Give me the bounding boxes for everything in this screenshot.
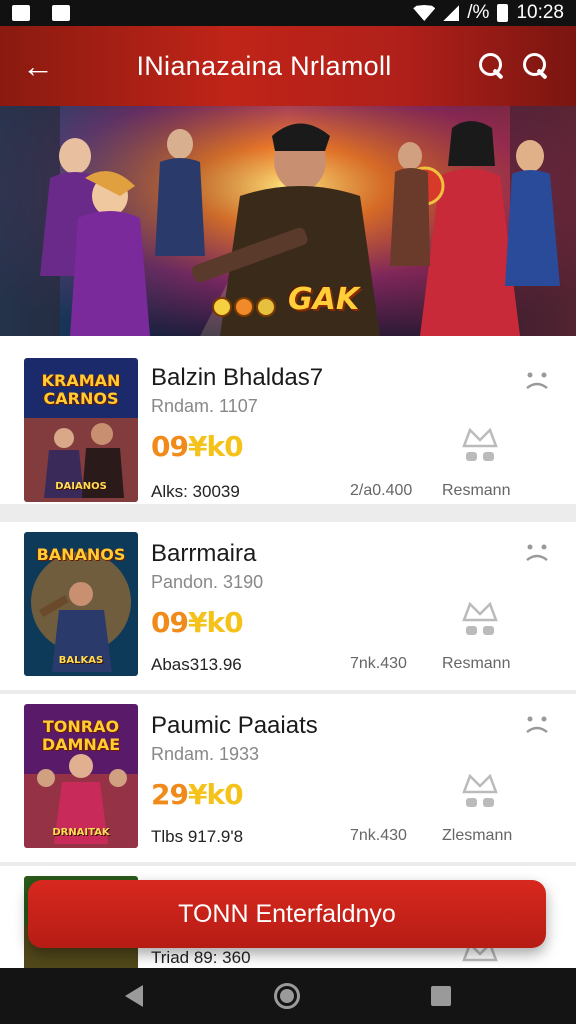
game-name: Barrmaira (151, 540, 257, 567)
game-score: 09¥k0 (151, 430, 244, 463)
thumbnail-footer: DAIANOS (55, 481, 107, 492)
game-publisher: Resmann (442, 655, 511, 672)
system-icons: /% 10:28 (413, 2, 564, 24)
score-secondary: ¥k0 (187, 778, 244, 811)
score-primary: 09 (151, 430, 189, 463)
game-thumbnail: TONRAO DAMNAE DRNAITAK (24, 704, 138, 848)
list-item[interactable]: TONRAO DAMNAE DRNAITAK Paumic Paaiats Rn… (0, 694, 576, 862)
more-options-icon[interactable] (524, 714, 550, 738)
app-notification-icon (52, 5, 70, 21)
thumbnail-footer: DRNAITAK (52, 827, 110, 838)
search-button-secondary[interactable] (514, 44, 558, 88)
list-item[interactable]: BANANOS BALKAS Barrmaira Pandon. 3190 09… (0, 522, 576, 690)
hero-banner[interactable]: GAK (0, 106, 576, 336)
game-score: 29¥k0 (151, 778, 244, 811)
game-publisher: Zlesmann (442, 827, 513, 844)
notification-icons (12, 5, 70, 21)
game-name: Balzin Bhaldas7 (151, 364, 324, 391)
crown-icon[interactable] (460, 598, 500, 642)
primary-action-button[interactable]: TONN Enterfaldnyo (28, 880, 546, 948)
score-secondary: ¥k0 (187, 606, 244, 639)
game-subtitle: Pandon. 3190 (151, 572, 264, 592)
page-title: INianazaina Nrlamoll (136, 50, 392, 81)
system-nav-bar (0, 968, 576, 1024)
signal-icon (443, 5, 460, 21)
thumbnail-title: KRAMAN CARNOS (41, 371, 121, 408)
game-stat: Alks: 30039 (151, 482, 240, 501)
game-subtitle: Rndam. 1107 (151, 396, 258, 416)
game-score: 09¥k0 (151, 606, 244, 639)
game-stat: Abas313.96 (151, 655, 242, 674)
game-publisher: Resmann (442, 482, 511, 499)
game-stat: Tlbs 917.9'8 (151, 827, 244, 846)
score-primary: 29 (151, 778, 189, 811)
game-thumbnail: BANANOS BALKAS (24, 532, 138, 676)
thumbnail-title: TONRAO DAMNAE (41, 717, 121, 754)
list-item[interactable]: KRAMAN CARNOS DAIANOS Balzin Bhaldas7 Rn… (0, 336, 576, 504)
thumbnail-title: BANANOS (36, 545, 126, 564)
game-thumbnail: KRAMAN CARNOS DAIANOS (24, 358, 138, 502)
game-stat: Triad 89: 360 (151, 948, 251, 967)
clock: 10:28 (516, 2, 564, 23)
game-meta: 7nk.430 (350, 827, 407, 844)
battery-percent: /% (467, 2, 490, 23)
image-notification-icon (12, 5, 30, 21)
crown-icon[interactable] (460, 424, 500, 468)
search-button[interactable] (470, 44, 514, 88)
search-icon (523, 53, 549, 79)
game-meta: 2/a0.400 (350, 482, 413, 499)
search-icon (479, 53, 505, 79)
wifi-icon (413, 5, 436, 21)
battery-icon (497, 4, 509, 22)
score-secondary: ¥k0 (187, 430, 244, 463)
score-primary: 09 (151, 606, 189, 639)
game-meta: 7nk.430 (350, 655, 407, 672)
nav-home-icon[interactable] (273, 983, 300, 1009)
game-name: Paumic Paaiats (151, 712, 318, 739)
app-bar: ← INianazaina Nrlamoll (0, 26, 576, 106)
game-subtitle: Rndam. 1933 (151, 744, 260, 764)
thumbnail-footer: BALKAS (58, 655, 104, 666)
back-button[interactable]: ← (18, 46, 58, 86)
more-options-icon[interactable] (524, 542, 550, 566)
status-bar: /% 10:28 (0, 0, 576, 26)
nav-back-icon[interactable] (125, 985, 144, 1007)
nav-recents-icon[interactable] (430, 986, 451, 1006)
arrow-left-icon: ← (22, 47, 54, 84)
hero-logo-text: GAK (288, 282, 360, 317)
crown-icon[interactable] (460, 770, 500, 814)
more-options-icon[interactable] (524, 370, 550, 394)
